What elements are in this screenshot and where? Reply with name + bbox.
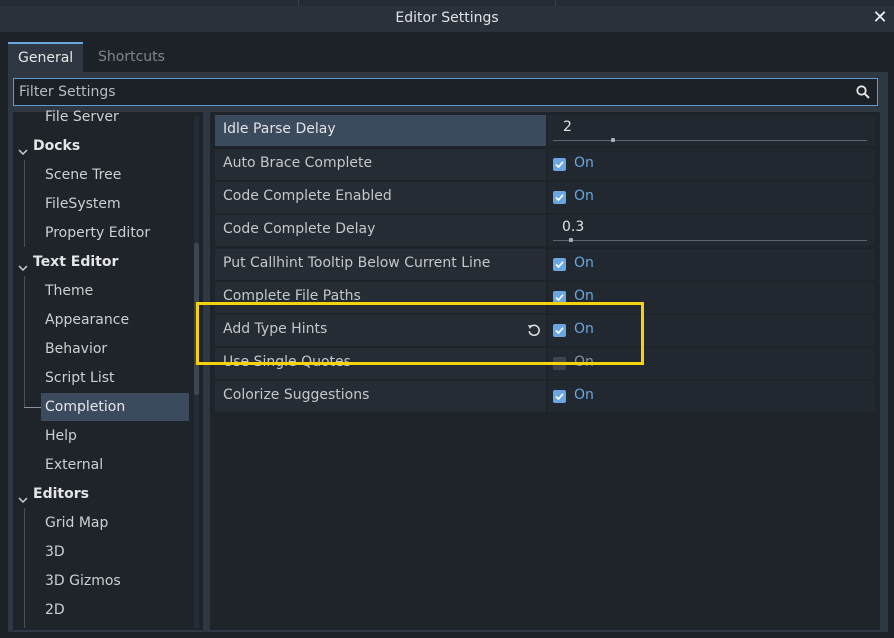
tree-item-grid-map[interactable]: Grid Map xyxy=(45,510,108,536)
tree-item-completion[interactable]: Completion xyxy=(45,394,125,420)
checkbox-checked-icon[interactable] xyxy=(553,390,566,403)
property-name: Auto Brace Complete xyxy=(215,149,546,180)
checkbox-checked-icon[interactable] xyxy=(553,158,566,171)
tree-item-3d[interactable]: 3D xyxy=(45,539,65,565)
property-row: Put Callhint Tooltip Below Current Line … xyxy=(215,249,875,280)
tab-shortcuts[interactable]: Shortcuts xyxy=(88,42,175,72)
property-row: Code Complete Enabled On xyxy=(215,182,875,213)
code-complete-delay-spinbox[interactable]: 0.3 xyxy=(548,215,875,246)
idle-parse-delay-spinbox[interactable]: 2 xyxy=(548,115,875,146)
tree-item-appearance[interactable]: Appearance xyxy=(45,307,129,333)
tree-guide xyxy=(24,407,41,408)
colorize-suggestions-toggle[interactable]: On xyxy=(548,381,875,412)
value-slider[interactable] xyxy=(553,240,867,241)
tree-item-behavior[interactable]: Behavior xyxy=(45,336,107,362)
property-name: Colorize Suggestions xyxy=(215,381,546,412)
tree-section-editors[interactable]: Editors xyxy=(33,481,89,507)
property-name: Code Complete Delay xyxy=(215,215,546,246)
tree-item-property-editor[interactable]: Property Editor xyxy=(45,220,150,246)
property-row: Idle Parse Delay 2 xyxy=(215,115,875,146)
checkbox-label: On xyxy=(574,255,594,271)
search-input[interactable] xyxy=(19,82,839,102)
checkbox-label: On xyxy=(574,155,594,171)
tree-item-external[interactable]: External xyxy=(45,452,103,478)
checkbox-checked-icon[interactable] xyxy=(553,258,566,271)
tree-section-docks[interactable]: Docks xyxy=(33,133,80,159)
tree-item-scene-tree[interactable]: Scene Tree xyxy=(45,162,121,188)
checkbox-label: On xyxy=(574,188,594,204)
callhint-below-toggle[interactable]: On xyxy=(548,249,875,280)
annotation-highlight-box xyxy=(196,302,644,365)
tree-item-filesystem[interactable]: FileSystem xyxy=(45,191,121,217)
window-title: Editor Settings xyxy=(395,10,499,26)
slider-grabber[interactable] xyxy=(569,238,573,242)
tab-general[interactable]: General xyxy=(8,42,84,72)
chevron-down-icon[interactable] xyxy=(18,140,28,166)
tree-guide xyxy=(24,508,25,628)
property-row: Code Complete Delay 0.3 xyxy=(215,215,875,246)
search-icon[interactable] xyxy=(855,84,871,100)
tree-item-file-server[interactable]: File Server xyxy=(45,104,119,130)
tree-section-text-editor[interactable]: Text Editor xyxy=(33,249,118,275)
close-icon[interactable]: ✕ xyxy=(870,7,890,29)
tree-guide xyxy=(24,160,25,247)
title-bar: Editor Settings ✕ xyxy=(0,6,894,32)
code-complete-enabled-toggle[interactable]: On xyxy=(548,182,875,213)
property-name: Put Callhint Tooltip Below Current Line xyxy=(215,249,546,280)
checkbox-checked-icon[interactable] xyxy=(553,191,566,204)
tree-item-script-list[interactable]: Script List xyxy=(45,365,115,391)
auto-brace-complete-toggle[interactable]: On xyxy=(548,149,875,180)
property-name: Idle Parse Delay xyxy=(215,115,546,146)
checkbox-label: On xyxy=(574,387,594,403)
property-value: 2 xyxy=(563,119,572,135)
tree-item-help[interactable]: Help xyxy=(45,423,77,449)
filter-settings-field[interactable] xyxy=(13,78,878,106)
property-value: 0.3 xyxy=(562,219,585,235)
slider-grabber[interactable] xyxy=(611,138,615,142)
tree-item-3d-gizmos[interactable]: 3D Gizmos xyxy=(45,568,121,594)
tree-guide xyxy=(24,276,25,408)
property-row: Auto Brace Complete On xyxy=(215,149,875,180)
chevron-down-icon[interactable] xyxy=(18,488,28,514)
value-slider[interactable] xyxy=(553,140,867,141)
property-row: Colorize Suggestions On xyxy=(215,381,875,412)
chevron-down-icon[interactable] xyxy=(18,256,28,282)
property-name: Code Complete Enabled xyxy=(215,182,546,213)
tree-item-2d[interactable]: 2D xyxy=(45,597,65,623)
tree-item-theme[interactable]: Theme xyxy=(45,278,93,304)
